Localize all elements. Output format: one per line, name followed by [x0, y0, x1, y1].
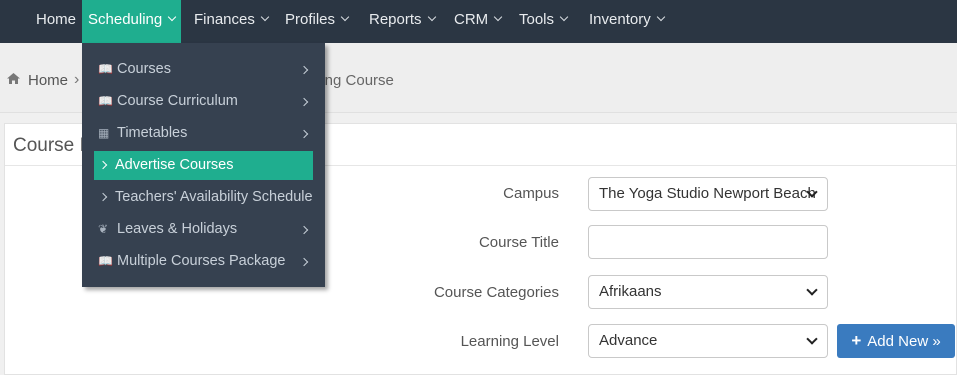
book-icon: 📖	[98, 94, 113, 108]
chevron-right-icon	[98, 192, 108, 202]
campus-select[interactable]: The Yoga Studio Newport Beach	[588, 177, 828, 211]
campus-label: Campus	[503, 185, 559, 202]
nav-home-label: Home	[36, 11, 77, 28]
nav-tools-label: Tools	[519, 11, 555, 28]
menu-item-course-curriculum[interactable]: 📖 Course Curriculum	[94, 88, 313, 115]
menu-item-advertise-courses[interactable]: Advertise Courses	[94, 151, 313, 180]
nav-home[interactable]: Home	[36, 0, 76, 43]
breadcrumb-separator: ›	[74, 71, 80, 88]
chevron-down-icon	[656, 12, 665, 22]
top-navbar: Home Scheduling Finances Profiles Report…	[0, 0, 957, 43]
chevron-down-icon	[340, 12, 350, 22]
menu-item-courses[interactable]: 📖 Courses	[94, 56, 313, 83]
campus-select-wrap[interactable]: The Yoga Studio Newport Beach	[588, 177, 828, 211]
menu-item-label: Leaves & Holidays	[117, 221, 238, 237]
nav-reports-label: Reports	[369, 11, 422, 28]
nav-finances-label: Finances	[194, 11, 255, 28]
menu-item-leaves-holidays[interactable]: ❦ Leaves & Holidays	[94, 216, 313, 243]
course-categories-label: Course Categories	[433, 284, 559, 301]
menu-item-label: Advertise Courses	[115, 157, 234, 173]
learning-level-label: Learning Level	[460, 333, 559, 350]
add-new-button[interactable]: + Add New »	[837, 324, 955, 358]
chevron-down-icon	[559, 12, 569, 22]
menu-item-label: Courses	[117, 61, 171, 77]
chevron-right-icon	[299, 129, 309, 139]
breadcrumb-current: ning Course	[313, 72, 394, 89]
breadcrumb-home-link[interactable]: Home	[28, 72, 68, 89]
learning-level-select[interactable]: Advance	[588, 324, 828, 358]
course-title-input[interactable]	[588, 225, 828, 259]
book-icon: 📖	[98, 254, 113, 268]
chevron-right-icon	[299, 97, 309, 107]
book-icon: 📖	[98, 62, 113, 76]
menu-item-multiple-courses-package[interactable]: 📖 Multiple Courses Package	[94, 248, 313, 275]
menu-item-teachers-availability[interactable]: Teachers' Availability Schedule	[94, 184, 313, 211]
nav-crm-label: CRM	[454, 11, 489, 28]
chevron-down-icon	[427, 12, 436, 22]
course-categories-select-wrap[interactable]: Afrikaans	[588, 275, 828, 309]
nav-profiles-label: Profiles	[285, 11, 336, 28]
leaf-icon: ❦	[98, 222, 109, 236]
chevron-right-icon	[299, 225, 309, 235]
panel-title: Course I	[13, 135, 85, 156]
scheduling-dropdown-menu: 📖 Courses 📖 Course Curriculum ▦ Timetables …	[82, 43, 325, 287]
chevron-down-icon	[493, 12, 503, 22]
nav-finances[interactable]: Finances	[194, 0, 270, 43]
learning-level-select-wrap[interactable]: Advance	[588, 324, 828, 358]
course-title-label: Course Title	[478, 234, 559, 251]
plus-icon: +	[851, 331, 862, 350]
nav-reports[interactable]: Reports	[369, 0, 436, 43]
home-icon	[7, 73, 20, 84]
chevron-down-icon	[167, 12, 177, 22]
nav-crm[interactable]: CRM	[454, 0, 503, 43]
chevron-right-icon	[299, 65, 309, 75]
chevron-right-icon	[98, 160, 108, 170]
nav-inventory-label: Inventory	[589, 11, 651, 28]
menu-item-label: Multiple Courses Package	[117, 253, 286, 269]
calendar-icon: ▦	[98, 126, 110, 140]
menu-item-label: Teachers' Availability Schedule	[115, 189, 313, 205]
menu-item-timetables[interactable]: ▦ Timetables	[94, 120, 313, 147]
menu-item-label: Timetables	[117, 125, 188, 141]
chevron-right-icon	[299, 257, 309, 267]
course-categories-select[interactable]: Afrikaans	[588, 275, 828, 309]
nav-profiles[interactable]: Profiles	[285, 0, 350, 43]
nav-tools[interactable]: Tools	[519, 0, 569, 43]
nav-inventory[interactable]: Inventory	[589, 0, 665, 43]
nav-scheduling[interactable]: Scheduling	[82, 0, 182, 43]
add-new-label: Add New »	[867, 333, 941, 350]
nav-scheduling-label: Scheduling	[88, 11, 163, 28]
chevron-down-icon	[260, 12, 270, 22]
menu-item-label: Course Curriculum	[117, 93, 238, 109]
